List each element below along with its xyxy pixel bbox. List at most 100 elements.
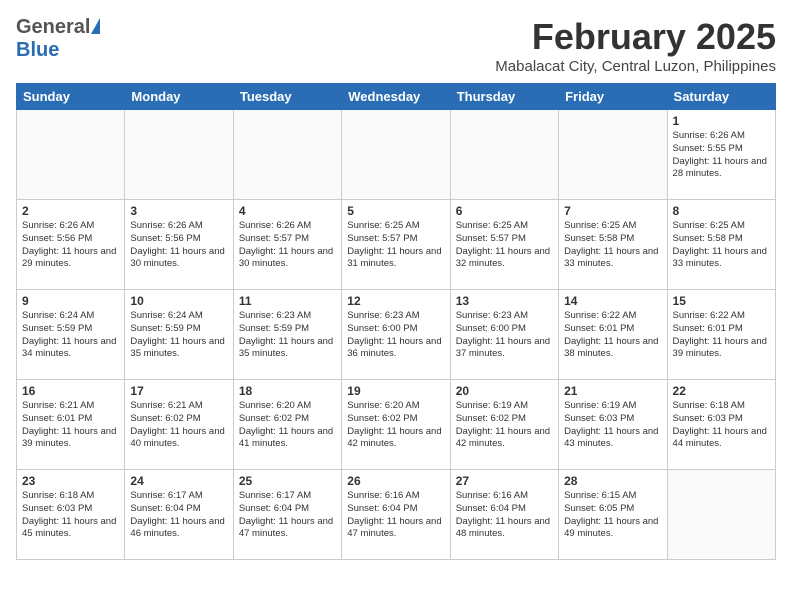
- calendar-week-1: 1Sunrise: 6:26 AM Sunset: 5:55 PM Daylig…: [17, 110, 776, 200]
- day-info: Sunrise: 6:26 AM Sunset: 5:55 PM Dayligh…: [673, 130, 770, 181]
- calendar-cell: [233, 110, 341, 200]
- calendar-cell: 14Sunrise: 6:22 AM Sunset: 6:01 PM Dayli…: [559, 290, 667, 380]
- calendar-cell: 10Sunrise: 6:24 AM Sunset: 5:59 PM Dayli…: [125, 290, 233, 380]
- day-number: 20: [456, 384, 553, 398]
- calendar-cell: 28 Sunrise: 6:15 AM Sunset: 6:05 PM Dayli…: [559, 470, 667, 560]
- day-info: Sunrise: 6:25 AM Sunset: 5:57 PM Dayligh…: [347, 220, 444, 271]
- day-info: Sunrise: 6:18 AM Sunset: 6:03 PM Dayligh…: [22, 490, 119, 541]
- day-info: Sunrise: 6:16 AM Sunset: 6:04 PM Dayligh…: [456, 490, 553, 541]
- calendar-cell: 2 Sunrise: 6:26 AM Sunset: 5:56 PM Daylig…: [17, 200, 125, 290]
- calendar-body: 1Sunrise: 6:26 AM Sunset: 5:55 PM Daylig…: [17, 110, 776, 560]
- day-info: Sunrise: 6:19 AM Sunset: 6:02 PM Dayligh…: [456, 400, 553, 451]
- calendar-cell: [450, 110, 558, 200]
- day-number: 9: [22, 294, 119, 308]
- calendar-cell: 4Sunrise: 6:26 AM Sunset: 5:57 PM Daylig…: [233, 200, 341, 290]
- day-number: 23: [22, 474, 119, 488]
- calendar-cell: 11 Sunrise: 6:23 AM Sunset: 5:59 PM Dayli…: [233, 290, 341, 380]
- calendar-cell: 8 Sunrise: 6:25 AM Sunset: 5:58 PM Daylig…: [667, 200, 775, 290]
- day-header-thursday: Thursday: [450, 84, 558, 110]
- calendar-table: SundayMondayTuesdayWednesdayThursdayFrid…: [16, 83, 776, 560]
- calendar-cell: 5 Sunrise: 6:25 AM Sunset: 5:57 PM Daylig…: [342, 200, 450, 290]
- day-info: Sunrise: 6:23 AM Sunset: 5:59 PM Dayligh…: [239, 310, 336, 361]
- day-info: Sunrise: 6:22 AM Sunset: 6:01 PM Dayligh…: [564, 310, 661, 361]
- day-info: Sunrise: 6:21 AM Sunset: 6:02 PM Dayligh…: [130, 400, 227, 451]
- day-number: 28: [564, 474, 661, 488]
- day-number: 22: [673, 384, 770, 398]
- day-info: Sunrise: 6:17 AM Sunset: 6:04 PM Dayligh…: [130, 490, 227, 541]
- calendar-cell: 18Sunrise: 6:20 AM Sunset: 6:02 PM Dayli…: [233, 380, 341, 470]
- calendar-week-5: 23 Sunrise: 6:18 AM Sunset: 6:03 PM Dayli…: [17, 470, 776, 560]
- calendar-cell: 17Sunrise: 6:21 AM Sunset: 6:02 PM Dayli…: [125, 380, 233, 470]
- day-info: Sunrise: 6:26 AM Sunset: 5:56 PM Dayligh…: [130, 220, 227, 271]
- calendar-cell: 27 Sunrise: 6:16 AM Sunset: 6:04 PM Dayli…: [450, 470, 558, 560]
- day-info: Sunrise: 6:15 AM Sunset: 6:05 PM Dayligh…: [564, 490, 661, 541]
- day-number: 11: [239, 294, 336, 308]
- day-info: Sunrise: 6:19 AM Sunset: 6:03 PM Dayligh…: [564, 400, 661, 451]
- calendar-cell: 13Sunrise: 6:23 AM Sunset: 6:00 PM Dayli…: [450, 290, 558, 380]
- calendar-cell: 16Sunrise: 6:21 AM Sunset: 6:01 PM Dayli…: [17, 380, 125, 470]
- calendar-cell: [559, 110, 667, 200]
- calendar-cell: [17, 110, 125, 200]
- day-info: Sunrise: 6:22 AM Sunset: 6:01 PM Dayligh…: [673, 310, 770, 361]
- day-number: 25: [239, 474, 336, 488]
- day-number: 2: [22, 204, 119, 218]
- day-info: Sunrise: 6:23 AM Sunset: 6:00 PM Dayligh…: [456, 310, 553, 361]
- day-info: Sunrise: 6:16 AM Sunset: 6:04 PM Dayligh…: [347, 490, 444, 541]
- calendar-cell: [125, 110, 233, 200]
- day-number: 15: [673, 294, 770, 308]
- calendar-cell: 25Sunrise: 6:17 AM Sunset: 6:04 PM Dayli…: [233, 470, 341, 560]
- day-number: 21: [564, 384, 661, 398]
- calendar-cell: 9 Sunrise: 6:24 AM Sunset: 5:59 PM Daylig…: [17, 290, 125, 380]
- page-header: General Blue February 2025 Mabalacat Cit…: [16, 16, 776, 75]
- calendar-week-3: 9 Sunrise: 6:24 AM Sunset: 5:59 PM Daylig…: [17, 290, 776, 380]
- logo: General Blue: [16, 16, 100, 62]
- calendar-cell: 12 Sunrise: 6:23 AM Sunset: 6:00 PM Dayli…: [342, 290, 450, 380]
- calendar-cell: 7 Sunrise: 6:25 AM Sunset: 5:58 PM Daylig…: [559, 200, 667, 290]
- day-number: 7: [564, 204, 661, 218]
- day-number: 5: [347, 204, 444, 218]
- day-header-tuesday: Tuesday: [233, 84, 341, 110]
- calendar-cell: 23 Sunrise: 6:18 AM Sunset: 6:03 PM Dayli…: [17, 470, 125, 560]
- day-info: Sunrise: 6:25 AM Sunset: 5:57 PM Dayligh…: [456, 220, 553, 271]
- title-block: February 2025 Mabalacat City, Central Lu…: [495, 16, 776, 75]
- day-number: 26: [347, 474, 444, 488]
- day-info: Sunrise: 6:24 AM Sunset: 5:59 PM Dayligh…: [22, 310, 119, 361]
- day-info: Sunrise: 6:23 AM Sunset: 6:00 PM Dayligh…: [347, 310, 444, 361]
- day-info: Sunrise: 6:25 AM Sunset: 5:58 PM Dayligh…: [673, 220, 770, 271]
- calendar-cell: [667, 470, 775, 560]
- day-headers-row: SundayMondayTuesdayWednesdayThursdayFrid…: [17, 84, 776, 110]
- day-number: 19: [347, 384, 444, 398]
- calendar-week-2: 2 Sunrise: 6:26 AM Sunset: 5:56 PM Daylig…: [17, 200, 776, 290]
- calendar-cell: 6 Sunrise: 6:25 AM Sunset: 5:57 PM Daylig…: [450, 200, 558, 290]
- logo-blue: Blue: [16, 39, 59, 61]
- day-info: Sunrise: 6:26 AM Sunset: 5:56 PM Dayligh…: [22, 220, 119, 271]
- day-header-monday: Monday: [125, 84, 233, 110]
- day-info: Sunrise: 6:26 AM Sunset: 5:57 PM Dayligh…: [239, 220, 336, 271]
- day-info: Sunrise: 6:25 AM Sunset: 5:58 PM Dayligh…: [564, 220, 661, 271]
- day-number: 18: [239, 384, 336, 398]
- day-info: Sunrise: 6:24 AM Sunset: 5:59 PM Dayligh…: [130, 310, 227, 361]
- calendar-cell: 21 Sunrise: 6:19 AM Sunset: 6:03 PM Dayli…: [559, 380, 667, 470]
- day-number: 8: [673, 204, 770, 218]
- day-number: 27: [456, 474, 553, 488]
- logo-general: General: [16, 16, 90, 39]
- calendar-cell: 1Sunrise: 6:26 AM Sunset: 5:55 PM Daylig…: [667, 110, 775, 200]
- day-header-sunday: Sunday: [17, 84, 125, 110]
- calendar-cell: 19 Sunrise: 6:20 AM Sunset: 6:02 PM Dayli…: [342, 380, 450, 470]
- day-number: 24: [130, 474, 227, 488]
- day-number: 3: [130, 204, 227, 218]
- calendar-cell: 20 Sunrise: 6:19 AM Sunset: 6:02 PM Dayli…: [450, 380, 558, 470]
- day-header-wednesday: Wednesday: [342, 84, 450, 110]
- calendar-cell: 24 Sunrise: 6:17 AM Sunset: 6:04 PM Dayli…: [125, 470, 233, 560]
- day-header-friday: Friday: [559, 84, 667, 110]
- calendar-cell: 3 Sunrise: 6:26 AM Sunset: 5:56 PM Daylig…: [125, 200, 233, 290]
- calendar-cell: 15 Sunrise: 6:22 AM Sunset: 6:01 PM Dayli…: [667, 290, 775, 380]
- logo-triangle-icon: [91, 18, 100, 34]
- day-number: 6: [456, 204, 553, 218]
- calendar-cell: [342, 110, 450, 200]
- calendar-cell: 22 Sunrise: 6:18 AM Sunset: 6:03 PM Dayli…: [667, 380, 775, 470]
- day-info: Sunrise: 6:20 AM Sunset: 6:02 PM Dayligh…: [347, 400, 444, 451]
- day-info: Sunrise: 6:18 AM Sunset: 6:03 PM Dayligh…: [673, 400, 770, 451]
- day-number: 12: [347, 294, 444, 308]
- day-info: Sunrise: 6:21 AM Sunset: 6:01 PM Dayligh…: [22, 400, 119, 451]
